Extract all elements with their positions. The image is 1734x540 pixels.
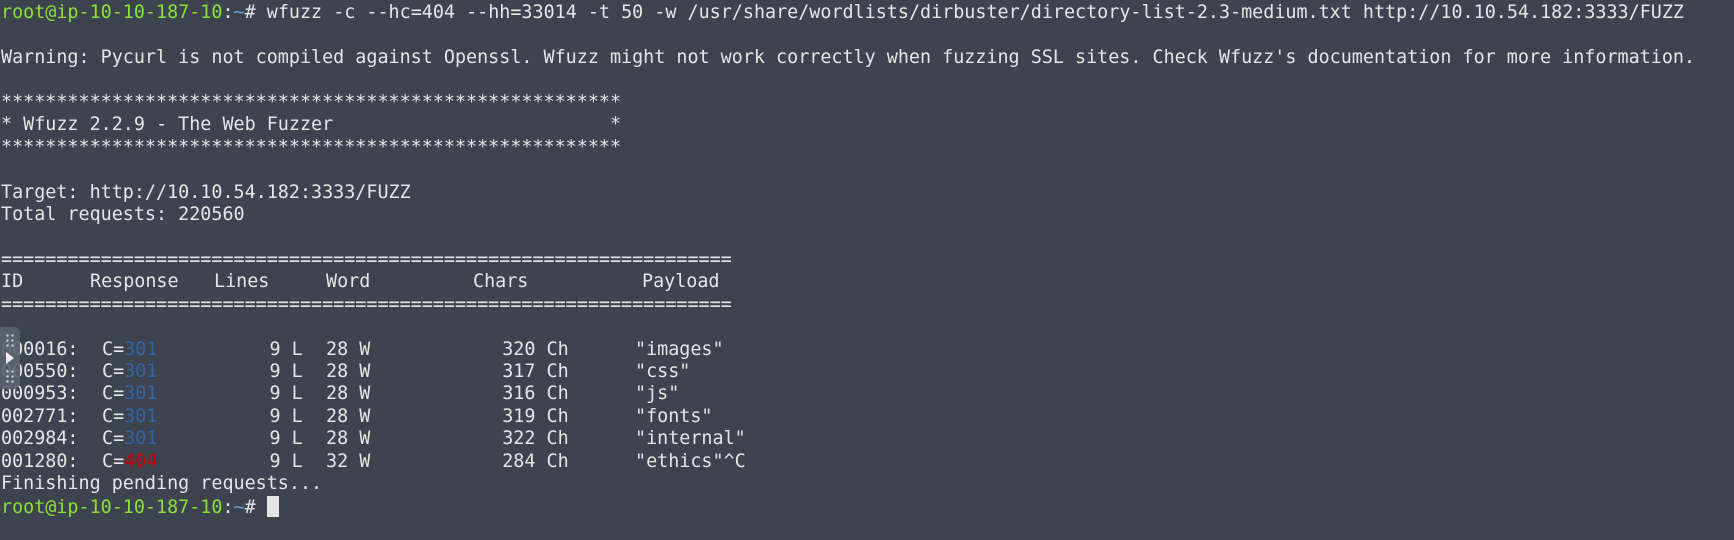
- row-code-prefix: C=: [102, 428, 125, 450]
- row-id: 001280:: [1, 450, 79, 472]
- row-payload: "js": [635, 383, 680, 405]
- row-words: 28 W: [326, 405, 371, 427]
- table-row: 002984: C=301 9 L 28 W 322 Ch "internal": [1, 428, 1731, 450]
- row-status-code: 301: [124, 405, 158, 427]
- row-payload: "images": [635, 338, 724, 360]
- header-payload: Payload: [642, 271, 720, 293]
- row-words: 28 W: [326, 338, 371, 360]
- grip-dots-icon: [5, 333, 15, 347]
- row-payload: "fonts": [635, 405, 713, 427]
- header-lines: Lines: [214, 271, 270, 293]
- header-id: ID: [1, 271, 24, 293]
- table-header: ID Response Lines Word Chars Payload: [1, 271, 1731, 293]
- table-row: 000550: C=301 9 L 28 W 317 Ch "css": [1, 361, 1731, 383]
- row-status-code: 404: [124, 450, 158, 472]
- row-lines: 9 L: [269, 383, 303, 405]
- terminal-output[interactable]: root@ip-10-10-187-10:~# wfuzz -c --hc=40…: [1, 2, 1731, 518]
- banner-stars-top: ****************************************…: [1, 91, 622, 113]
- row-words: 28 W: [326, 383, 371, 405]
- prompt-colon: :: [222, 2, 234, 23]
- row-payload: "ethics"^C: [635, 450, 746, 472]
- row-status-code: 301: [124, 383, 158, 405]
- row-chars: 316 Ch: [502, 383, 569, 405]
- prompt-user-host: root@ip-10-10-187-10: [1, 496, 223, 518]
- row-chars: 317 Ch: [502, 361, 569, 382]
- total-requests-text: Total requests: 220560: [1, 203, 245, 225]
- warning-text: Warning: Pycurl is not compiled against …: [1, 46, 1696, 68]
- row-id: 002771:: [1, 405, 79, 427]
- text-cursor: [266, 495, 279, 517]
- header-chars: Chars: [473, 271, 529, 293]
- row-id: 002984:: [1, 428, 79, 450]
- command-line: root@ip-10-10-187-10:~# wfuzz -c --hc=40…: [1, 2, 1731, 24]
- finishing-text: Finishing pending requests...: [1, 473, 323, 495]
- prompt-symbol: #: [244, 496, 267, 518]
- row-lines: 9 L: [269, 428, 303, 450]
- row-lines: 9 L: [269, 405, 303, 427]
- banner-title: * Wfuzz 2.2.9 - The Web Fuzzer *: [1, 114, 622, 136]
- row-words: 28 W: [326, 361, 371, 382]
- row-code-prefix: C=: [102, 361, 125, 382]
- table-row: 000016: C=301 9 L 28 W 320 Ch "images": [1, 339, 1731, 361]
- side-panel-handle[interactable]: [0, 327, 20, 389]
- grip-dots-icon: [5, 369, 15, 383]
- row-payload: "internal": [635, 428, 746, 450]
- table-row: 000953: C=301 9 L 28 W 316 Ch "js": [1, 383, 1731, 405]
- separator-top: ========================================…: [1, 248, 732, 270]
- prompt-colon: :: [222, 496, 234, 518]
- table-row: 002771: C=301 9 L 28 W 319 Ch "fonts": [1, 406, 1731, 428]
- header-word: Word: [326, 271, 371, 293]
- prompt-user-host: root@ip-10-10-187-10: [1, 2, 223, 23]
- banner-stars-bottom: ****************************************…: [1, 136, 622, 158]
- row-lines: 9 L: [269, 361, 303, 382]
- command-text: wfuzz -c --hc=404 --hh=33014 -t 50 -w /u…: [266, 2, 1684, 23]
- row-payload: "css": [635, 361, 691, 382]
- current-prompt-line[interactable]: root@ip-10-10-187-10:~#: [1, 495, 1731, 518]
- header-response: Response: [90, 271, 179, 293]
- separator-bottom: ========================================…: [1, 293, 732, 315]
- row-lines: 9 L: [269, 450, 303, 472]
- row-words: 28 W: [326, 428, 371, 450]
- row-status-code: 301: [124, 361, 158, 382]
- table-row: 001280: C=404 9 L 32 W 284 Ch "ethics"^C: [1, 451, 1731, 473]
- row-chars: 319 Ch: [502, 405, 569, 427]
- row-code-prefix: C=: [102, 338, 125, 360]
- prompt-symbol: #: [244, 2, 267, 23]
- row-status-code: 301: [124, 338, 158, 360]
- row-code-prefix: C=: [102, 405, 125, 427]
- row-lines: 9 L: [269, 338, 303, 360]
- target-text: Target: http://10.10.54.182:3333/FUZZ: [1, 181, 411, 203]
- prompt-path: ~: [233, 2, 245, 23]
- row-chars: 320 Ch: [502, 338, 569, 360]
- expand-arrow-icon: [6, 352, 14, 364]
- row-chars: 284 Ch: [502, 450, 569, 472]
- row-code-prefix: C=: [102, 383, 125, 405]
- prompt-path: ~: [233, 496, 245, 518]
- row-status-code: 301: [124, 428, 158, 450]
- row-words: 32 W: [326, 450, 371, 472]
- row-chars: 322 Ch: [502, 428, 569, 450]
- row-code-prefix: C=: [102, 450, 125, 472]
